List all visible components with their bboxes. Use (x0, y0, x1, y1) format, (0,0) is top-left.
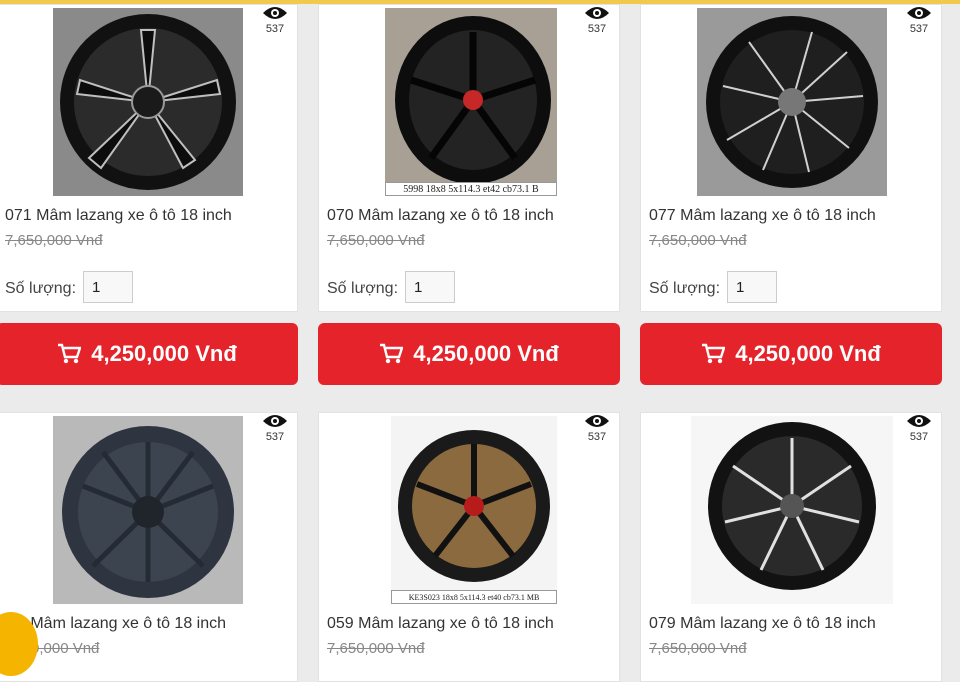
buy-button[interactable]: 4,250,000 Vnđ (0, 323, 298, 385)
view-count: 537 (901, 5, 937, 35)
quantity-label: Số lượng: (327, 280, 399, 297)
cart-icon (58, 343, 82, 364)
old-price: 7,650,000 Vnđ (327, 232, 425, 249)
product-card[interactable]: 5998 18x8 5x114.3 et42 cb73.1 B 537 070 … (318, 4, 620, 312)
view-count: 537 (579, 413, 615, 443)
old-price: 7,650,000 Vnđ (327, 640, 425, 657)
view-count-value: 537 (909, 431, 929, 443)
eye-icon (907, 415, 931, 427)
old-price: 7,650,000 Vnđ (5, 232, 103, 249)
eye-icon (585, 7, 609, 19)
eye-icon (907, 7, 931, 19)
view-count-value: 537 (265, 23, 285, 35)
quantity-label: Số lượng: (5, 280, 77, 297)
quantity-label: Số lượng: (649, 280, 721, 297)
buy-button[interactable]: 4,250,000 Vnđ (640, 323, 942, 385)
view-count: 537 (257, 5, 293, 35)
quantity-input[interactable] (727, 271, 777, 303)
product-image[interactable]: 5998 18x8 5x114.3 et42 cb73.1 B (385, 8, 557, 196)
view-count-value: 537 (909, 23, 929, 35)
buy-button-price: 4,250,000 Vnđ (91, 341, 237, 366)
eye-icon (263, 415, 287, 427)
product-title[interactable]: 079 Mâm lazang xe ô tô 18 inch (649, 615, 876, 633)
product-image[interactable] (53, 8, 243, 196)
product-title[interactable]: 3 Mâm lazang xe ô tô 18 inch (17, 615, 226, 633)
buy-button[interactable]: 4,250,000 Vnđ (318, 323, 620, 385)
quantity-input[interactable] (405, 271, 455, 303)
image-caption: KE3S023 18x8 5x114.3 et40 cb73.1 MB (391, 590, 557, 604)
quantity-input[interactable] (83, 271, 133, 303)
eye-icon (263, 7, 287, 19)
buy-button-price: 4,250,000 Vnđ (413, 341, 559, 366)
product-card[interactable]: 537 071 Mâm lazang xe ô tô 18 inch 7,650… (0, 4, 298, 312)
view-count: 537 (579, 5, 615, 35)
product-image[interactable] (53, 416, 243, 604)
cart-icon (380, 343, 404, 364)
view-count-value: 537 (587, 23, 607, 35)
product-title[interactable]: 070 Mâm lazang xe ô tô 18 inch (327, 207, 554, 225)
view-count: 537 (901, 413, 937, 443)
view-count-value: 537 (265, 431, 285, 443)
product-card[interactable]: 537 079 Mâm lazang xe ô tô 18 inch 7,650… (640, 412, 942, 682)
old-price: 0,000 Vnđ (31, 640, 100, 657)
eye-icon (585, 415, 609, 427)
product-image[interactable]: KE3S023 18x8 5x114.3 et40 cb73.1 MB (391, 416, 557, 604)
product-title[interactable]: 059 Mâm lazang xe ô tô 18 inch (327, 615, 554, 633)
old-price: 7,650,000 Vnđ (649, 640, 747, 657)
cart-icon (702, 343, 726, 364)
product-title[interactable]: 077 Mâm lazang xe ô tô 18 inch (649, 207, 876, 225)
product-card[interactable]: KE3S023 18x8 5x114.3 et40 cb73.1 MB 537 … (318, 412, 620, 682)
product-card[interactable]: 537 3 Mâm lazang xe ô tô 18 inch 0,000 V… (0, 412, 298, 682)
view-count: 537 (257, 413, 293, 443)
view-count-value: 537 (587, 431, 607, 443)
buy-button-price: 4,250,000 Vnđ (735, 341, 881, 366)
product-title[interactable]: 071 Mâm lazang xe ô tô 18 inch (5, 207, 232, 225)
image-caption: 5998 18x8 5x114.3 et42 cb73.1 B (385, 182, 557, 196)
product-image[interactable] (697, 8, 887, 196)
old-price: 7,650,000 Vnđ (649, 232, 747, 249)
product-card[interactable]: 537 077 Mâm lazang xe ô tô 18 inch 7,650… (640, 4, 942, 312)
product-image[interactable] (691, 416, 893, 604)
